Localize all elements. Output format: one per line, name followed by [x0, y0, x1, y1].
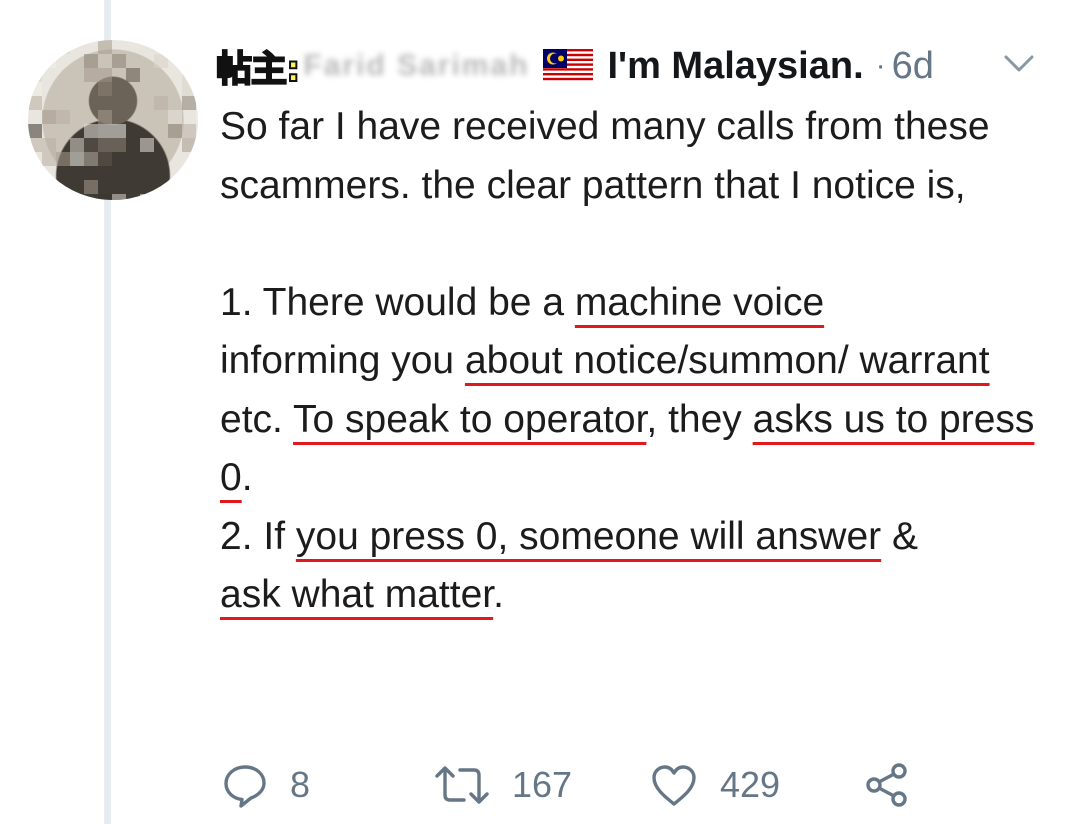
author-name-blurred[interactable]: Farid Sarimah [303, 49, 529, 83]
like-count: 429 [720, 764, 781, 805]
retweet-icon [435, 766, 489, 804]
underlined-speak-to-operator: To speak to operator [293, 397, 647, 441]
tweet-actions: 8 167 429 [222, 758, 942, 812]
separator-dot: · [875, 49, 886, 82]
point-2-end: . [493, 573, 504, 616]
like-button[interactable]: 429 [650, 763, 860, 807]
underlined-ask-what-matter: ask what matter [220, 573, 494, 616]
tweet-header: 帖主: Farid Sarimah I'm Malaysian. · 6d [215, 38, 1036, 94]
tweet-paragraph-intro: So far I have received many calls from t… [220, 105, 990, 207]
retweet-button[interactable]: 167 [434, 763, 648, 807]
retweet-count: 167 [512, 764, 573, 805]
point-1-text: informing you [220, 339, 465, 382]
share-icon [866, 763, 907, 807]
point-1-end: . [241, 456, 253, 499]
author-tag: 帖主: [215, 48, 301, 91]
malaysia-flag-icon [543, 49, 594, 83]
share-button[interactable] [864, 762, 910, 808]
chevron-down-icon[interactable] [1002, 52, 1036, 76]
timestamp[interactable]: 6d [892, 45, 934, 88]
reply-icon [224, 765, 266, 808]
avatar[interactable] [28, 40, 198, 200]
point-2-prefix: 2. If [220, 514, 296, 558]
underlined-someone-answer: you press 0, someone will answer [295, 514, 882, 558]
heart-icon [652, 765, 696, 806]
point-1-prefix: 1. There would be a [220, 280, 575, 324]
point-1-text-2: etc. [220, 397, 293, 441]
reply-count: 8 [290, 764, 311, 805]
tweet-point-1: 1. There would be a machine voice inform… [220, 274, 1050, 508]
underlined-notice: about notice/summon/ warrant [464, 339, 990, 382]
underlined-machine-voice: machine voice [574, 280, 825, 324]
tweet-point-2: 2. If you press 0, someone will answer &… [220, 508, 1050, 625]
reply-button[interactable]: 8 [222, 762, 422, 808]
tweet-text: So far I have received many calls from t… [220, 98, 1050, 625]
display-name[interactable]: I'm Malaysian. [607, 45, 863, 88]
point-1-text-3: , they [646, 397, 753, 441]
point-2-text: & [881, 514, 919, 558]
